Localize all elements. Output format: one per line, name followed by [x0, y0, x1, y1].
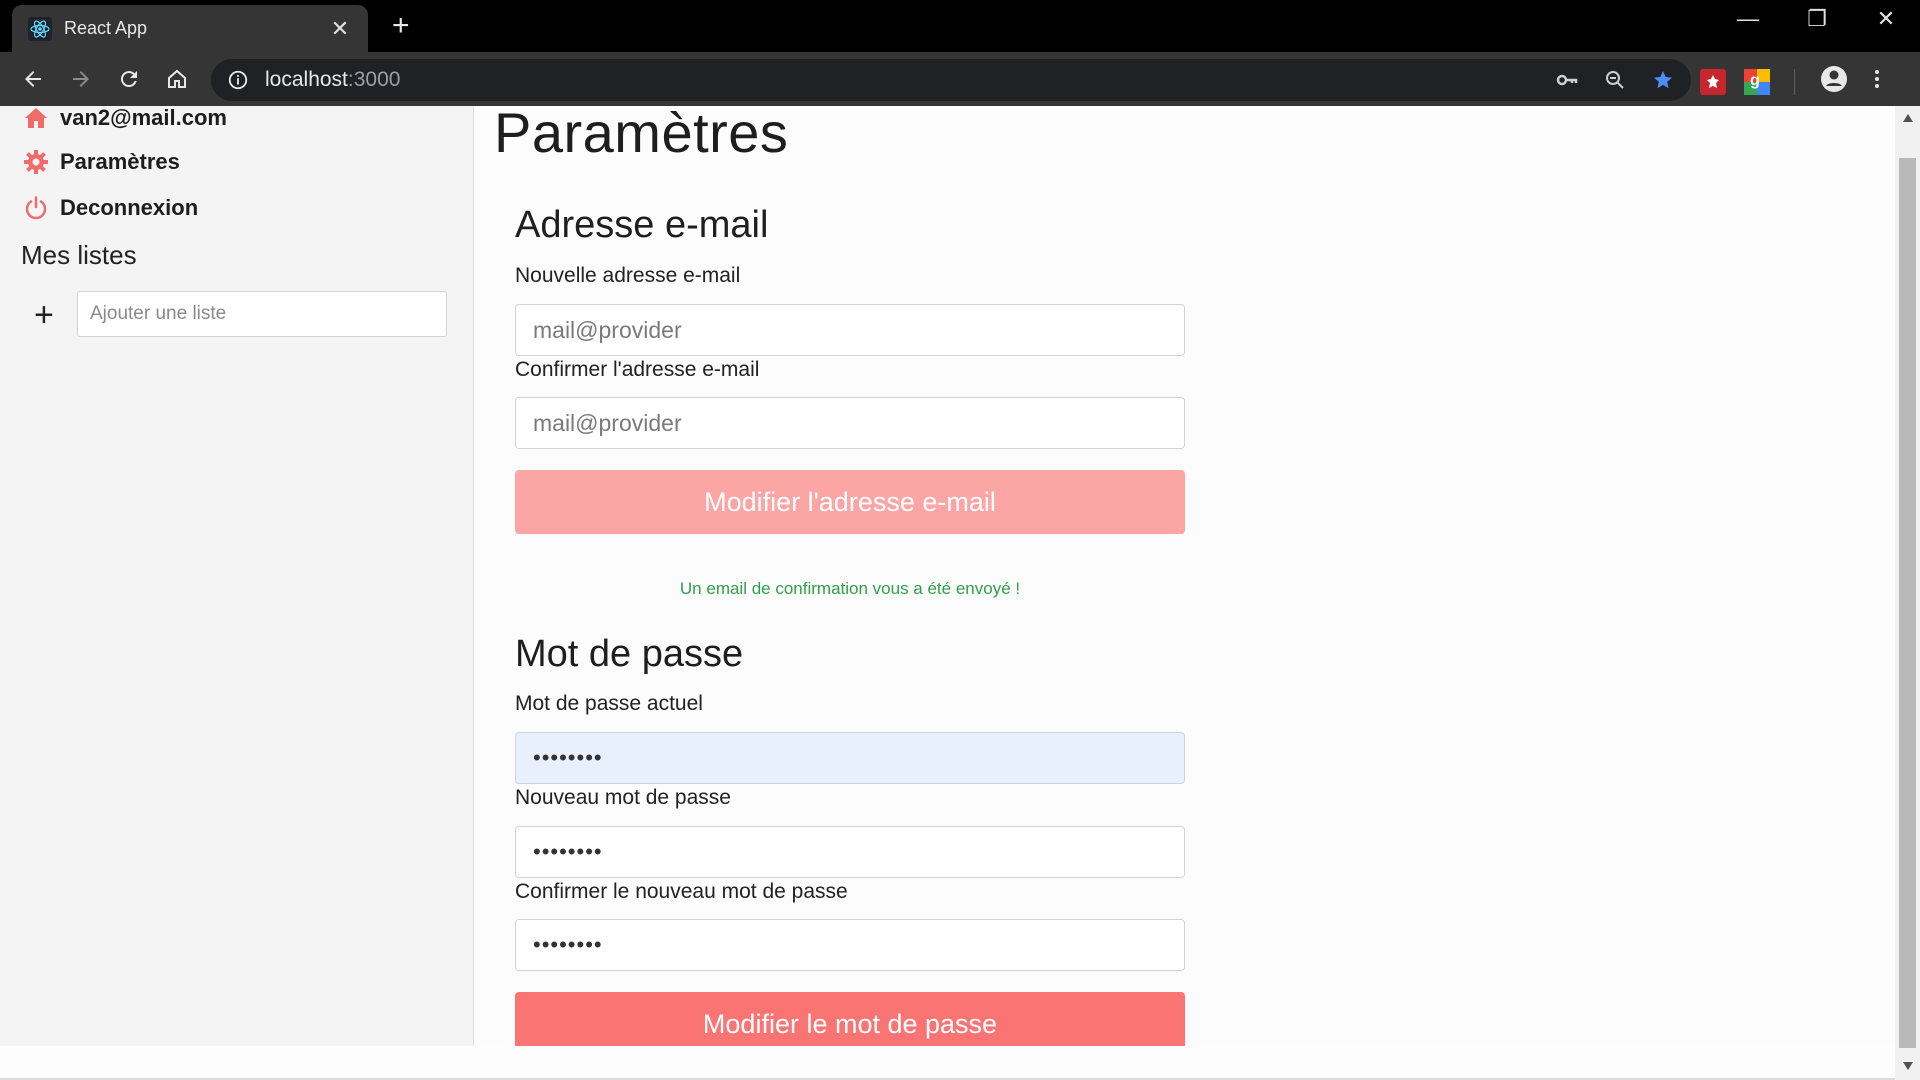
sidebar-item-home[interactable]: van2@mail.com — [22, 106, 227, 132]
confirm-password-label: Confirmer le nouveau mot de passe — [515, 880, 848, 903]
account-icon[interactable] — [1819, 64, 1849, 99]
new-password-label: Nouveau mot de passe — [515, 786, 731, 809]
zoom-icon[interactable] — [1601, 67, 1629, 93]
home-icon — [22, 106, 50, 132]
email-section-title: Adresse e-mail — [515, 204, 769, 246]
plus-icon[interactable]: + — [392, 11, 410, 41]
scrollbar-thumb[interactable] — [1899, 158, 1916, 1048]
sidebar-item-logout[interactable]: Deconnexion — [22, 194, 198, 222]
url-host: localhost — [265, 68, 348, 91]
sidebar: van2@mail.com Paramètres Deconnexion Mes… — [0, 106, 474, 1046]
sidebar-item-label: Paramètres — [60, 149, 180, 174]
password-section-title: Mot de passe — [515, 633, 744, 675]
url-port: :3000 — [347, 68, 401, 91]
home-icon[interactable] — [162, 64, 192, 94]
restore-icon[interactable]: ❐ — [1797, 6, 1837, 32]
star-icon[interactable] — [1649, 67, 1677, 93]
new-email-label: Nouvelle adresse e-mail — [515, 264, 741, 287]
reload-icon[interactable] — [114, 64, 144, 94]
react-icon — [28, 16, 52, 41]
back-icon[interactable] — [18, 64, 48, 94]
forward-icon[interactable] — [66, 64, 96, 94]
email-success-message: Un email de confirmation vous a été envo… — [679, 579, 1021, 598]
address-bar[interactable]: localhost:3000 — [211, 59, 1691, 101]
confirm-email-label: Confirmer l'adresse e-mail — [515, 358, 760, 381]
sidebar-item-label: Deconnexion — [60, 195, 199, 220]
scroll-up-icon[interactable] — [1900, 110, 1915, 125]
confirm-password-field[interactable] — [515, 919, 1185, 971]
power-icon — [22, 194, 50, 222]
translate-icon[interactable]: g — [1744, 68, 1770, 95]
page-viewport: van2@mail.com Paramètres Deconnexion Mes… — [0, 106, 1920, 1080]
browser-tab[interactable]: React App ✕ — [12, 5, 368, 52]
confirm-email-field[interactable] — [515, 397, 1185, 449]
page-bottom-area — [0, 1046, 1895, 1080]
current-password-field[interactable] — [515, 732, 1185, 784]
browser-titlebar: React App ✕ + — ❐ ✕ — [0, 0, 1920, 52]
key-icon[interactable] — [1553, 67, 1581, 93]
current-password-label: Mot de passe actuel — [515, 692, 703, 715]
add-list-input[interactable] — [77, 291, 447, 337]
gear-icon — [22, 148, 50, 176]
close-icon[interactable]: ✕ — [328, 16, 352, 42]
settings-main: Paramètres Adresse e-mail Nouvelle adres… — [475, 106, 1895, 1080]
extension-icon[interactable] — [1700, 68, 1726, 95]
toolbar-divider — [1794, 68, 1795, 95]
change-email-button[interactable]: Modifier l'adresse e-mail — [515, 470, 1185, 534]
page-title: Paramètres — [494, 106, 789, 164]
vertical-scrollbar[interactable] — [1895, 106, 1920, 1080]
new-password-field[interactable] — [515, 826, 1185, 878]
window-close-icon[interactable]: ✕ — [1866, 6, 1906, 32]
info-icon[interactable] — [227, 69, 249, 91]
tab-title: React App — [64, 18, 148, 38]
sidebar-item-settings[interactable]: Paramètres — [22, 148, 180, 176]
lists-heading: Mes listes — [21, 240, 137, 270]
new-email-field[interactable] — [515, 304, 1185, 356]
user-email: van2@mail.com — [60, 106, 227, 130]
scroll-down-icon[interactable] — [1900, 1058, 1915, 1073]
minimize-icon[interactable]: — — [1728, 6, 1768, 32]
browser-toolbar: localhost:3000 g — [0, 52, 1920, 106]
add-list-button[interactable]: + — [34, 298, 54, 332]
menu-icon[interactable] — [1873, 67, 1881, 96]
